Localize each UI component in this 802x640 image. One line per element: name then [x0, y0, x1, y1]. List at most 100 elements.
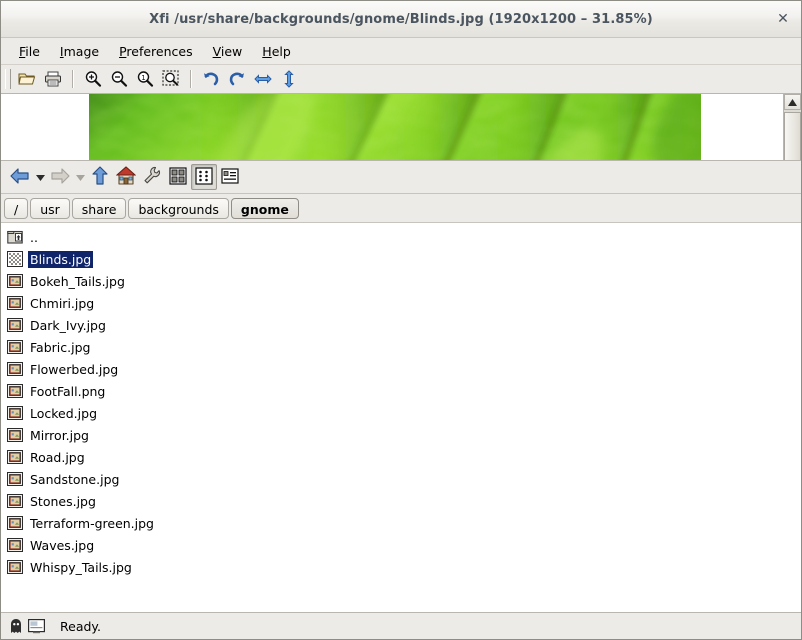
flip-horizontal-icon	[254, 72, 272, 86]
file-list-item[interactable]: Fabric.jpg	[4, 336, 194, 358]
image-file-icon	[7, 273, 23, 289]
rotate-left-icon	[202, 70, 220, 88]
file-list-item[interactable]: Blinds.jpg	[4, 248, 194, 270]
zoom-selection-icon	[162, 70, 180, 88]
image-file-icon	[7, 515, 23, 531]
toolbar-separator-2	[190, 70, 192, 88]
file-list-item[interactable]: Waves.jpg	[4, 534, 194, 556]
image-file-icon	[7, 559, 23, 575]
image-file-icon	[7, 383, 23, 399]
zoom-one-to-one-icon: 1	[136, 70, 154, 88]
file-name-label: Chmiri.jpg	[30, 295, 95, 311]
file-name-label: Whispy_Tails.jpg	[30, 559, 132, 575]
menu-bar: File Image Preferences View Help	[1, 38, 801, 65]
toolbar-separator	[72, 70, 74, 88]
image-file-icon	[7, 339, 23, 355]
file-list-item[interactable]: Flowerbed.jpg	[4, 358, 194, 380]
image-file-icon	[7, 449, 23, 465]
menu-item-view[interactable]: View	[203, 41, 253, 62]
monitor-icon	[26, 616, 46, 636]
scroll-up-icon[interactable]	[784, 94, 801, 110]
back-history-dropdown[interactable]	[33, 164, 47, 190]
status-bar: Ready.	[1, 612, 801, 639]
file-name-label: ..	[30, 229, 38, 245]
file-name-label: Road.jpg	[30, 449, 85, 465]
flip-horizontal-button[interactable]	[250, 67, 276, 91]
scrollbar-thumb[interactable]	[784, 112, 801, 160]
breadcrumb-item-share[interactable]: share	[71, 197, 127, 219]
flip-vertical-icon	[282, 70, 296, 88]
title-bar: Xfi /usr/share/backgrounds/gnome/Blinds.…	[1, 1, 801, 38]
file-list-item[interactable]: Bokeh_Tails.jpg	[4, 270, 194, 292]
details-view-icon	[221, 167, 239, 187]
image-file-icon	[7, 471, 23, 487]
breadcrumb-item-gnome[interactable]: gnome	[230, 197, 299, 219]
file-list-item[interactable]: Road.jpg	[4, 446, 194, 468]
breadcrumb-item-backgrounds[interactable]: backgrounds	[128, 197, 229, 219]
tools-button[interactable]	[139, 164, 165, 190]
zoom-out-icon	[110, 70, 128, 88]
file-list[interactable]: .. Blinds.jpg Bokeh_Tails.jpg Chmiri.jpg Dar…	[1, 223, 801, 612]
flip-vertical-button[interactable]	[276, 67, 302, 91]
home-button[interactable]	[113, 164, 139, 190]
list-view-icon	[195, 166, 213, 188]
image-file-icon	[7, 317, 23, 333]
file-list-item[interactable]: ..	[4, 226, 194, 248]
file-name-label: Fabric.jpg	[30, 339, 91, 355]
loading-image-icon	[7, 251, 23, 267]
image-file-icon	[7, 427, 23, 443]
window-title: Xfi /usr/share/backgrounds/gnome/Blinds.…	[149, 11, 653, 27]
forward-history-dropdown	[73, 164, 87, 190]
file-list-item[interactable]: Stones.jpg	[4, 490, 194, 512]
file-list-item[interactable]: Chmiri.jpg	[4, 292, 194, 314]
breadcrumb-item-usr[interactable]: usr	[30, 197, 70, 219]
parent-folder-button[interactable]	[87, 164, 113, 190]
file-list-item[interactable]: Terraform-green.jpg	[4, 512, 194, 534]
breadcrumb: / usr share backgrounds gnome	[1, 194, 801, 223]
menu-item-preferences[interactable]: Preferences	[109, 41, 203, 62]
zoom-actual-size-button[interactable]: 1	[132, 67, 158, 91]
zoom-selection-button[interactable]	[158, 67, 184, 91]
file-list-item[interactable]: Sandstone.jpg	[4, 468, 194, 490]
home-icon	[115, 166, 137, 188]
back-button[interactable]	[7, 164, 33, 190]
displayed-image[interactable]	[89, 94, 701, 160]
view-list-button[interactable]	[191, 164, 217, 190]
file-name-label: Waves.jpg	[30, 537, 95, 553]
file-list-item[interactable]: Locked.jpg	[4, 402, 194, 424]
image-viewport[interactable]	[1, 94, 783, 160]
wrench-icon	[143, 166, 162, 188]
rotate-right-button[interactable]	[224, 67, 250, 91]
menu-item-file[interactable]: File	[9, 41, 50, 62]
parent-folder-icon	[7, 229, 23, 245]
chevron-down-icon	[35, 170, 45, 184]
arrow-left-icon	[10, 167, 30, 188]
zoom-in-button[interactable]	[80, 67, 106, 91]
printer-icon	[44, 71, 62, 87]
file-name-label: Locked.jpg	[30, 405, 97, 421]
file-navigation-toolbar	[1, 161, 801, 194]
breadcrumb-item-[interactable]: /	[4, 197, 29, 219]
image-file-icon	[7, 493, 23, 509]
file-list-item[interactable]: Mirror.jpg	[4, 424, 194, 446]
file-list-item[interactable]: Dark_Ivy.jpg	[4, 314, 194, 336]
toolbar-grip[interactable]	[5, 69, 11, 89]
zoom-out-button[interactable]	[106, 67, 132, 91]
menu-item-help[interactable]: Help	[252, 41, 301, 62]
open-file-button[interactable]	[14, 67, 40, 91]
view-icons-button[interactable]	[165, 164, 191, 190]
file-list-item[interactable]: Whispy_Tails.jpg	[4, 556, 194, 578]
menu-item-image[interactable]: Image	[50, 41, 109, 62]
file-list-item[interactable]: FootFall.png	[4, 380, 194, 402]
close-icon[interactable]: ✕	[771, 7, 795, 31]
print-button[interactable]	[40, 67, 66, 91]
file-name-label: Sandstone.jpg	[30, 471, 120, 487]
image-vertical-scrollbar[interactable]	[783, 94, 801, 160]
file-name-label: Dark_Ivy.jpg	[30, 317, 106, 333]
rotate-left-button[interactable]	[198, 67, 224, 91]
grid-view-icon	[169, 166, 187, 188]
rotate-right-icon	[228, 70, 246, 88]
file-name-label: Stones.jpg	[30, 493, 96, 509]
view-details-button[interactable]	[217, 164, 243, 190]
scrollbar-track[interactable]	[784, 110, 801, 160]
